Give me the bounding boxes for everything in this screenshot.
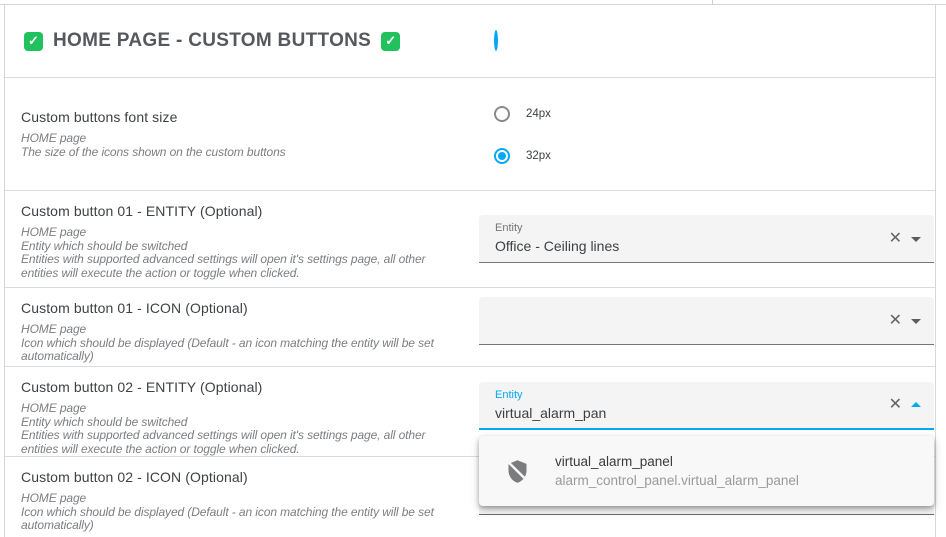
setting-subtitle: Entity which should be switched (21, 414, 188, 429)
setting-title: Custom button 02 - ICON (Optional) (21, 469, 248, 485)
clear-icon[interactable]: ✕ (889, 397, 902, 413)
radio-label: 24px (526, 108, 551, 120)
setting-title: Custom button 02 - ENTITY (Optional) (21, 379, 263, 395)
suggestion-primary: virtual_alarm_panel (555, 454, 673, 469)
setting-subtitle: HOME page (21, 131, 87, 145)
field-label: Entity (495, 389, 523, 401)
setting-subtitle: Entities with supported advanced setting… (21, 252, 426, 280)
font-size-texts: Custom buttons font size HOME page The s… (5, 78, 479, 190)
setting-subtitle: Entity which should be switched (21, 238, 188, 253)
field-value: virtual_alarm_pan (495, 405, 607, 421)
button01-icon-fieldcol: ✕ (479, 288, 935, 366)
font-size-row: Custom buttons font size HOME page The s… (5, 78, 935, 191)
suggestion-secondary: alarm_control_panel.virtual_alarm_panel (555, 473, 799, 488)
page-title: HOME PAGE - CUSTOM BUTTONS (53, 30, 372, 51)
icon-combobox[interactable]: ✕ (479, 297, 934, 345)
font-size-options: 24px 32px (479, 78, 935, 190)
entity-combobox-active[interactable]: Entity virtual_alarm_pan ✕ (479, 382, 934, 430)
clear-icon[interactable]: ✕ (889, 230, 902, 247)
button02-entity-row: Custom button 02 - ENTITY (Optional) HOM… (5, 367, 935, 506)
button01-icon-row: Custom button 01 - ICON (Optional) HOME … (5, 288, 935, 367)
section-header-row: ✓ HOME PAGE - CUSTOM BUTTONS ✓ (5, 5, 935, 78)
setting-subtitle: The size of the icons shown on the custo… (21, 144, 286, 159)
setting-title: Custom buttons font size (21, 109, 178, 125)
field-label: Entity (495, 222, 523, 234)
radio-label: 32px (526, 150, 551, 162)
button01-entity-fieldcol: Entity Office - Ceiling lines ✕ (479, 191, 935, 287)
header-selected-radio[interactable] (494, 30, 498, 51)
setting-subtitle: Entities with supported advanced setting… (21, 428, 426, 456)
setting-subtitle: HOME page (21, 225, 87, 239)
button01-icon-texts: Custom button 01 - ICON (Optional) HOME … (5, 288, 479, 366)
radio-option-32px[interactable]: 32px (479, 148, 935, 164)
radio-option-24px[interactable]: 24px (479, 106, 935, 122)
shield-off-icon (504, 458, 531, 485)
entity-combobox[interactable]: Entity Office - Ceiling lines ✕ (479, 215, 934, 263)
suggestion-item[interactable]: virtual_alarm_panel alarm_control_panel.… (555, 454, 799, 488)
button02-icon-texts: Custom button 02 - ICON (Optional) HOME … (5, 457, 479, 537)
setting-subtitle: HOME page (21, 491, 87, 505)
settings-sheet: ✓ HOME PAGE - CUSTOM BUTTONS ✓ Custom bu… (4, 5, 936, 537)
button02-entity-texts: Custom button 02 - ENTITY (Optional) HOM… (5, 367, 479, 456)
setting-subtitle: Icon which should be displayed (Default … (21, 504, 434, 532)
radio-icon[interactable] (494, 106, 510, 122)
clear-icon[interactable]: ✕ (889, 312, 902, 329)
button01-entity-row: Custom button 01 - ENTITY (Optional) HOM… (5, 191, 935, 288)
chevron-up-icon[interactable] (911, 402, 921, 407)
section-header-right (479, 30, 935, 51)
setting-title: Custom button 01 - ENTITY (Optional) (21, 203, 263, 219)
setting-title: Custom button 01 - ICON (Optional) (21, 300, 248, 316)
button02-entity-fieldcol: Entity virtual_alarm_pan ✕ virtual_alarm… (479, 367, 935, 506)
radio-icon[interactable] (494, 148, 510, 164)
setting-subtitle: Icon which should be displayed (Default … (21, 335, 434, 363)
field-value: Office - Ceiling lines (495, 238, 620, 254)
entity-suggestion-list: virtual_alarm_panel alarm_control_panel.… (479, 436, 934, 506)
section-header-left: ✓ HOME PAGE - CUSTOM BUTTONS ✓ (5, 30, 479, 52)
setting-subtitle: HOME page (21, 401, 87, 415)
field-label (495, 304, 874, 317)
chevron-down-icon[interactable] (911, 236, 921, 242)
check-icon[interactable]: ✓ (24, 31, 43, 51)
chevron-down-icon[interactable] (911, 318, 921, 324)
check-icon[interactable]: ✓ (381, 31, 401, 51)
button01-entity-texts: Custom button 01 - ENTITY (Optional) HOM… (5, 191, 479, 287)
setting-subtitle: HOME page (21, 322, 87, 336)
